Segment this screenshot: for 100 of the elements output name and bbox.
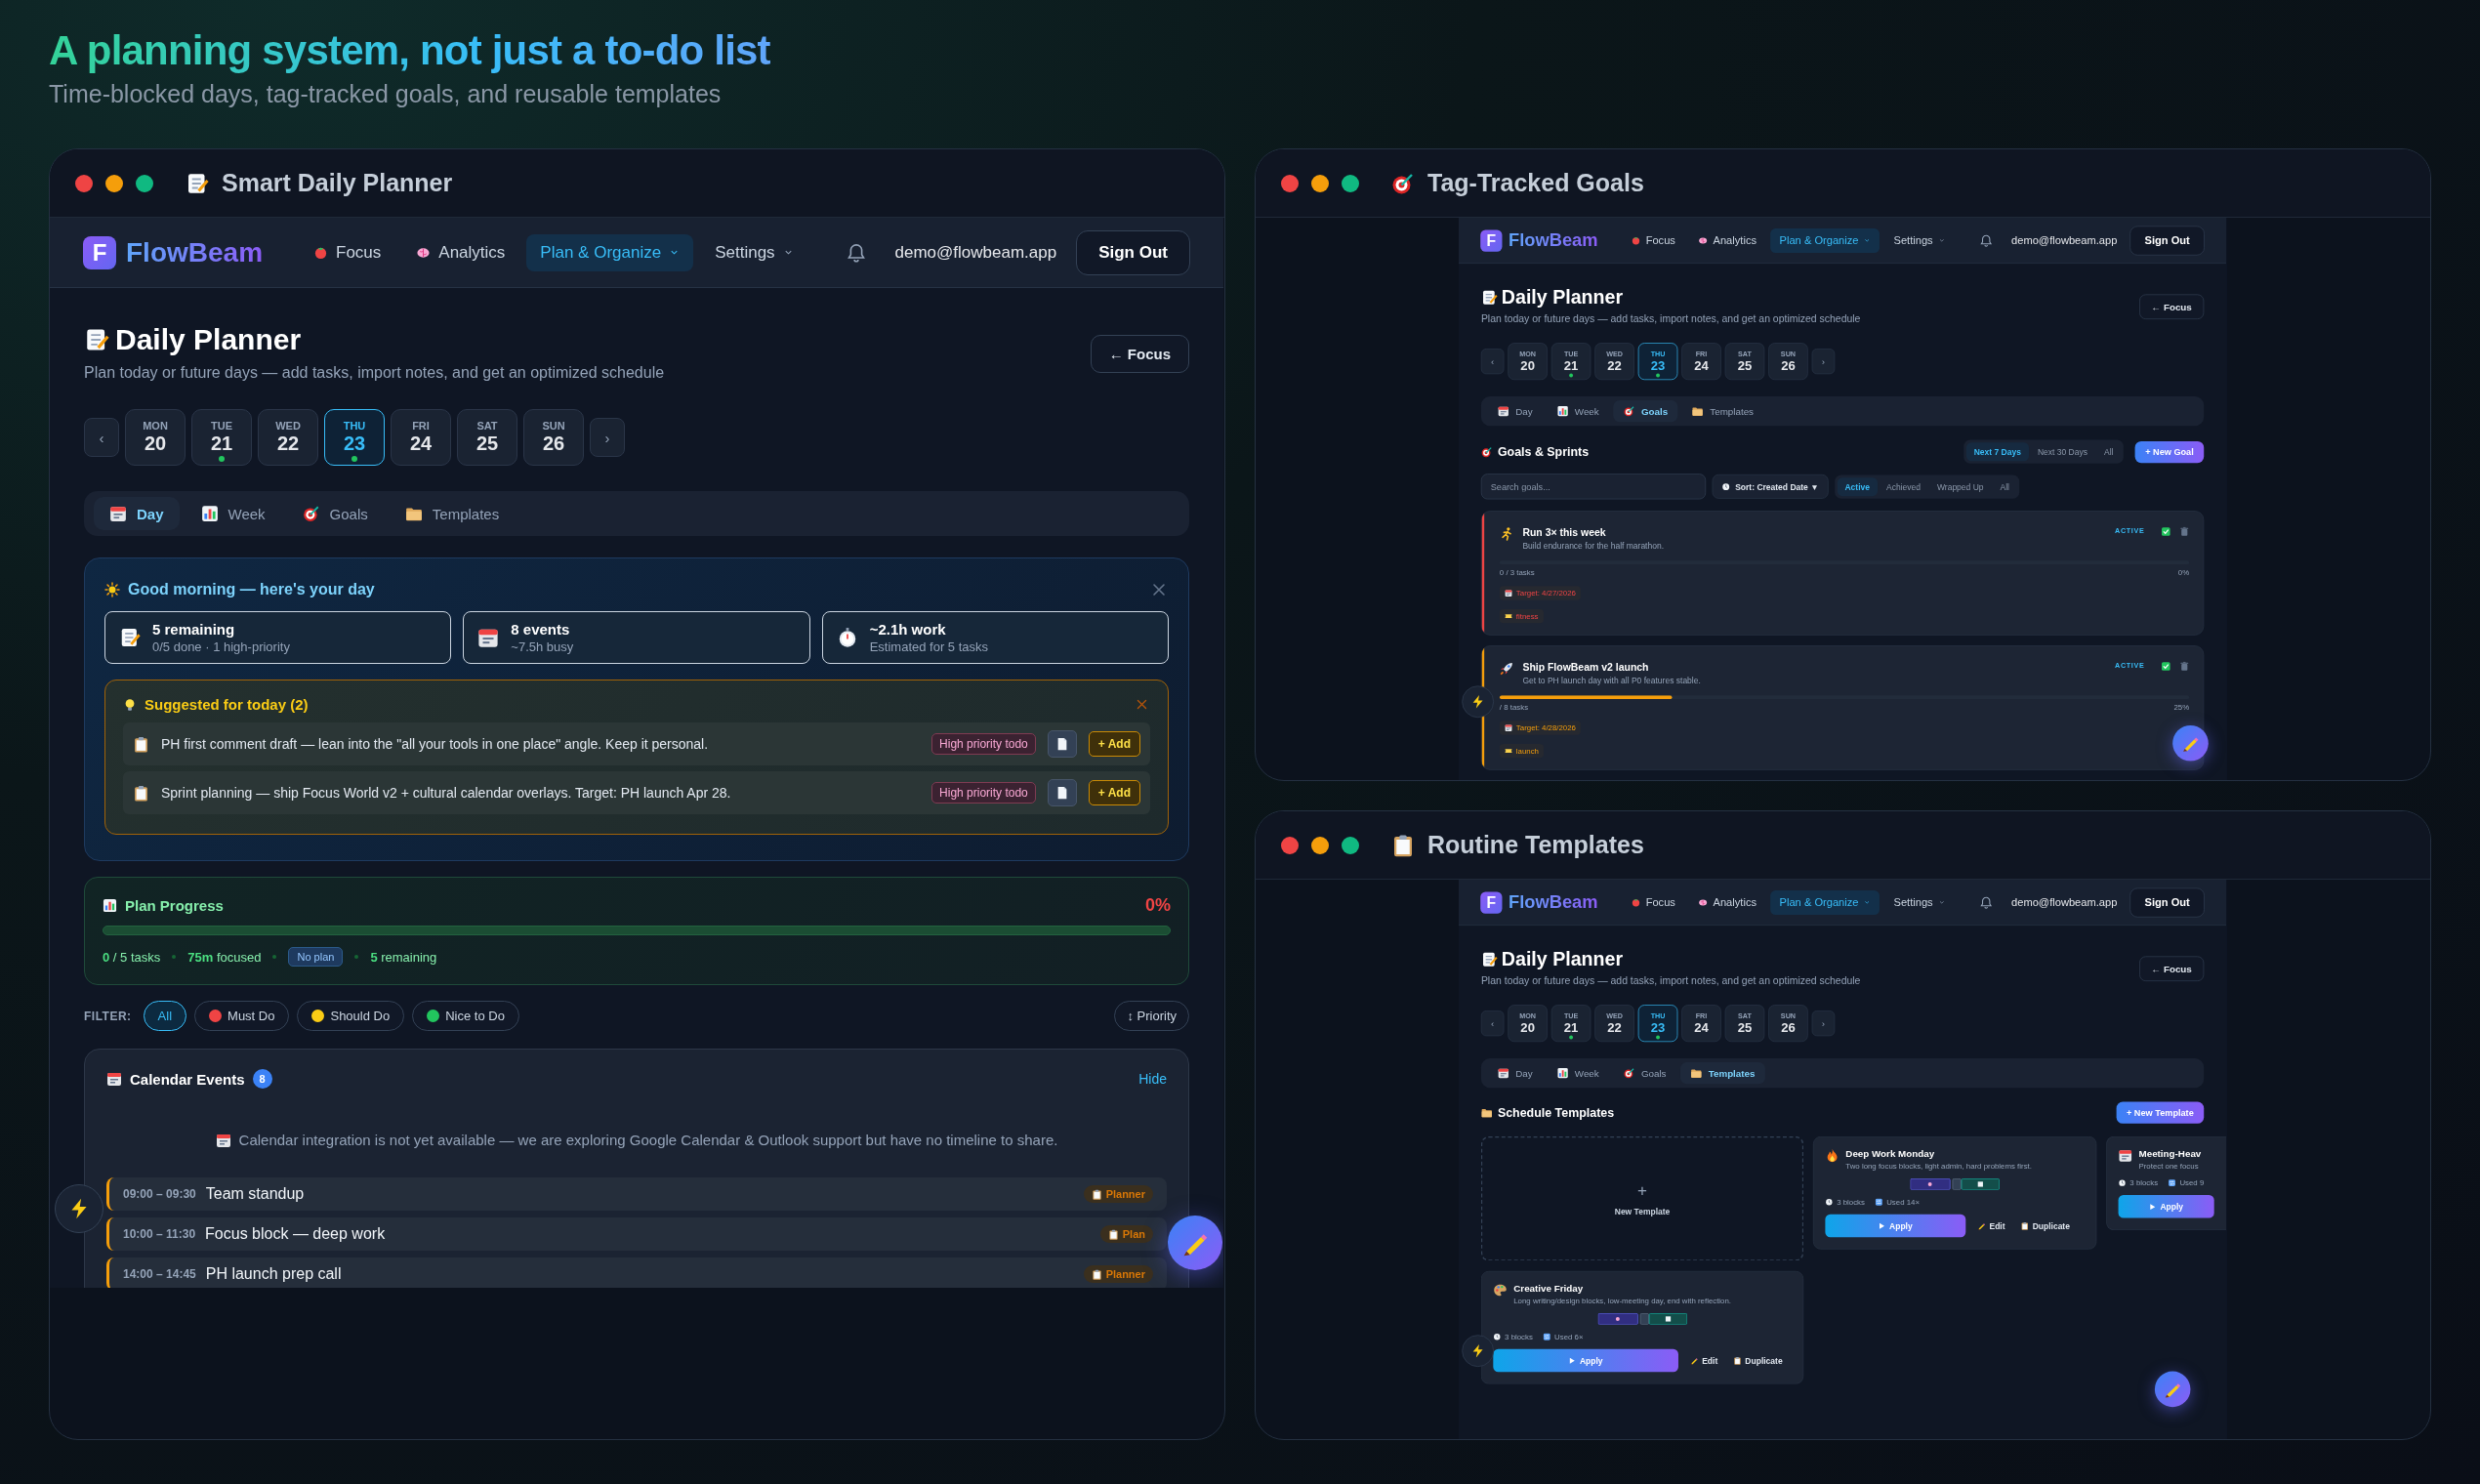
bell-icon[interactable] — [846, 242, 866, 263]
day-chip[interactable]: FRI 24 — [391, 409, 451, 466]
nav-link[interactable]: Settings — [1884, 227, 1955, 253]
trash-icon[interactable] — [2179, 526, 2190, 537]
day-chip[interactable]: WED 22 — [258, 409, 318, 466]
view-tab[interactable]: Week — [1547, 400, 1610, 423]
filter-pill[interactable]: Must Do — [194, 1001, 290, 1031]
window-title: Tag-Tracked Goals — [1427, 169, 1644, 197]
filter-pill[interactable]: Should Do — [297, 1001, 405, 1031]
window-close-button[interactable] — [75, 174, 93, 192]
nav-link[interactable]: Analytics — [1689, 227, 1766, 253]
sort-button[interactable]: ↕ Priority — [1114, 1001, 1189, 1031]
quick-action-button[interactable] — [1462, 1335, 1494, 1367]
clipboard-icon — [133, 784, 149, 802]
window-minimize-button[interactable] — [1311, 174, 1329, 192]
previous-week-button[interactable]: ‹ — [1480, 349, 1505, 375]
duplicate-button[interactable]: Duplicate — [1729, 1352, 1787, 1368]
view-tab[interactable]: Day — [94, 497, 180, 530]
new-goal-button[interactable]: + New Goal — [2134, 440, 2205, 463]
sign-out-button[interactable]: Sign Out — [2129, 226, 2205, 256]
back-button[interactable]: ← Focus — [2138, 956, 2205, 981]
view-tab[interactable]: Day — [1487, 400, 1544, 423]
sort-dropdown[interactable]: Sort: Created Date ▼ — [1712, 474, 1829, 499]
window-close-button[interactable] — [1281, 836, 1299, 854]
status-option[interactable]: Active — [1837, 476, 1878, 496]
trash-icon[interactable] — [2179, 661, 2190, 672]
new-template-button[interactable]: + New Template — [2116, 1101, 2205, 1124]
view-tab[interactable]: Templates — [1679, 1062, 1765, 1085]
nav-link[interactable]: Plan & Organize — [526, 233, 694, 271]
status-option[interactable]: All — [1992, 476, 2017, 496]
range-option[interactable]: Next 7 Days — [1965, 442, 2029, 462]
nav-link[interactable]: Focus — [1622, 227, 1685, 253]
nav-link[interactable]: Analytics — [402, 233, 519, 271]
window-maximize-button[interactable] — [1342, 836, 1359, 854]
back-button[interactable]: ← Focus — [2138, 294, 2205, 319]
sign-out-button[interactable]: Sign Out — [2129, 887, 2205, 918]
edit-button[interactable]: Edit — [1685, 1352, 1722, 1368]
hide-link[interactable]: Hide — [1138, 1071, 1167, 1087]
view-tab[interactable]: Day — [1487, 1062, 1544, 1085]
quick-action-button[interactable] — [55, 1184, 103, 1233]
calendar-notice: Calendar integration is not yet available — we are exploring Google Calendar & Outlook support but have no timeline to share. — [238, 1132, 1058, 1148]
sign-out-button[interactable]: Sign Out — [1076, 229, 1190, 275]
status-option[interactable]: Wrapped Up — [1929, 476, 1992, 496]
view-tab[interactable]: Goals — [1613, 400, 1678, 423]
tomato-icon — [1631, 897, 1641, 908]
add-button[interactable]: + Add — [1088, 731, 1140, 757]
day-chip[interactable]: SAT 25 — [457, 409, 517, 466]
note-button[interactable] — [1047, 730, 1077, 758]
day-chip[interactable]: THU 23 — [324, 409, 385, 466]
floating-pencil-button[interactable] — [1168, 1216, 1222, 1270]
window-minimize-button[interactable] — [1311, 836, 1329, 854]
view-tab[interactable]: Goals — [1613, 1062, 1676, 1085]
apply-button[interactable]: Apply — [1825, 1214, 1966, 1238]
nav-link[interactable]: Plan & Organize — [1770, 227, 1881, 253]
new-template-card[interactable]: + New Template — [1480, 1135, 1804, 1261]
filter-pill[interactable]: All — [143, 1001, 187, 1031]
next-week-button[interactable]: › — [1811, 1010, 1836, 1037]
clipboard-icon — [1091, 1188, 1102, 1200]
nav-link[interactable]: Settings — [1884, 889, 1955, 915]
previous-week-button[interactable]: ‹ — [1480, 1010, 1505, 1037]
floating-pencil-button[interactable] — [2154, 1371, 2191, 1408]
checkbox-icon[interactable] — [2161, 526, 2171, 537]
event-row[interactable]: 09:00 – 09:30 Team standup Planner — [106, 1177, 1167, 1211]
quick-action-button[interactable] — [1462, 685, 1494, 719]
back-button[interactable]: ← Focus — [1090, 335, 1189, 373]
day-chip[interactable]: MON 20 — [125, 409, 186, 466]
status-option[interactable]: Achieved — [1879, 476, 1928, 496]
add-button[interactable]: + Add — [1088, 780, 1140, 805]
nav-link[interactable]: Settings — [701, 233, 807, 271]
previous-week-button[interactable]: ‹ — [84, 418, 119, 457]
range-option[interactable]: Next 30 Days — [2030, 442, 2095, 462]
view-tab[interactable]: Goals — [286, 497, 384, 530]
view-tab[interactable]: Templates — [1681, 400, 1764, 423]
day-chip[interactable]: TUE 21 — [191, 409, 252, 466]
view-tab[interactable]: Week — [1547, 1062, 1610, 1085]
next-week-button[interactable]: › — [590, 418, 625, 457]
edit-button[interactable]: Edit — [1973, 1217, 2009, 1233]
event-row[interactable]: 14:00 – 14:45 PH launch prep call Planner — [106, 1257, 1167, 1288]
checkbox-icon[interactable] — [2161, 661, 2171, 672]
view-tab[interactable]: Templates — [389, 497, 516, 530]
note-button[interactable] — [1047, 779, 1077, 806]
window-close-button[interactable] — [1281, 174, 1299, 192]
nav-link[interactable]: Analytics — [1689, 889, 1766, 915]
filter-pill[interactable]: Nice to Do — [412, 1001, 519, 1031]
search-field[interactable]: Search goals... — [1480, 474, 1707, 500]
apply-button[interactable]: Apply — [2118, 1195, 2214, 1218]
nav-link[interactable]: Focus — [1622, 889, 1685, 915]
window-minimize-button[interactable] — [105, 174, 123, 192]
view-tab[interactable]: Week — [185, 497, 281, 530]
nav-link[interactable]: Plan & Organize — [1770, 889, 1881, 915]
window-maximize-button[interactable] — [1342, 174, 1359, 192]
range-option[interactable]: All — [2096, 442, 2122, 462]
event-row[interactable]: 10:00 – 11:30 Focus block — deep work Plan — [106, 1217, 1167, 1251]
window-maximize-button[interactable] — [136, 174, 153, 192]
nav-link[interactable]: Focus — [300, 233, 395, 271]
day-chip[interactable]: SUN 26 — [523, 409, 584, 466]
plan-chip: No plan — [288, 947, 344, 967]
next-week-button[interactable]: › — [1811, 349, 1836, 375]
duplicate-button[interactable]: Duplicate — [2016, 1217, 2074, 1233]
apply-button[interactable]: Apply — [1493, 1348, 1678, 1373]
